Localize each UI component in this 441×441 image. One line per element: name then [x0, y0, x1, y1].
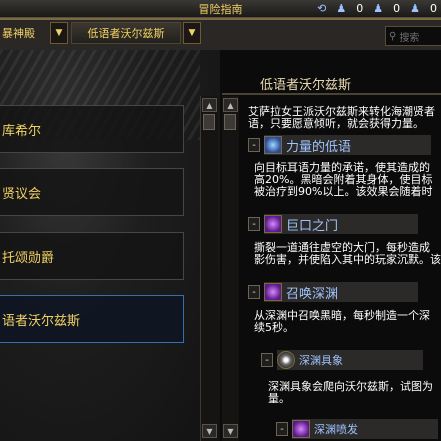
- desc-line: 影伤害，并使陷入其中的玩家沉默。该: [254, 253, 441, 266]
- search-placeholder: 搜索: [399, 32, 420, 44]
- desc-line: 量。: [268, 392, 290, 405]
- chevron-down-icon[interactable]: ▼: [183, 22, 201, 44]
- boss-title-divider: [222, 93, 441, 95]
- collapse-toggle[interactable]: -: [261, 353, 273, 367]
- ability-section[interactable]: - 力量的低语: [248, 134, 432, 156]
- sub-ability-section[interactable]: - 深渊喷发: [276, 418, 438, 440]
- other-count: 0: [430, 2, 437, 15]
- scroll-down-button[interactable]: ▼: [202, 424, 217, 438]
- intro-line: 语，只要愿意倾听，就会获得力量。: [248, 117, 424, 130]
- breadcrumb-boss-label: 低语者沃尔兹斯: [87, 27, 165, 40]
- ability-icon: [264, 215, 282, 233]
- desc-line: 被治疗到90%以上。该效果会随着时: [254, 185, 433, 198]
- group-icon[interactable]: ♟: [373, 2, 383, 15]
- ability-desc: 从深渊中召唤黑暗，每秒制造一个深 续5秒。: [254, 310, 430, 334]
- collapse-toggle[interactable]: -: [276, 422, 288, 436]
- ability-desc: 撕裂一道通往虚空的大门，每秒造成 影伤害，并使陷入其中的玩家沉默。该: [254, 242, 441, 266]
- encounter-item[interactable]: 贤议会: [0, 168, 184, 216]
- ability-desc: 向目标耳语力量的承诺，使其造成的 高20%。黑暗会附着其身体，使目标 被治疗到9…: [254, 162, 432, 198]
- sub-ability-header[interactable]: 深渊具象: [277, 350, 423, 370]
- encounter-item[interactable]: 托颂勋爵: [0, 232, 184, 280]
- search-icon: ⚲: [389, 30, 397, 42]
- ability-section[interactable]: - 召唤深渊: [248, 281, 419, 303]
- detail-scrollbar[interactable]: ▲ ▼: [222, 96, 239, 441]
- collapse-toggle[interactable]: -: [248, 138, 260, 152]
- sub-ability-header[interactable]: 深渊喷发: [292, 419, 438, 439]
- ability-icon: [277, 351, 295, 369]
- breadcrumb-instance[interactable]: 暴神殿: [0, 22, 48, 44]
- scroll-thumb[interactable]: [203, 114, 215, 130]
- scroll-thumb[interactable]: [224, 114, 236, 130]
- breadcrumb-instance-label: 暴神殿: [2, 27, 35, 40]
- raid-icon[interactable]: ♟: [410, 2, 420, 15]
- encounter-label: 贤议会: [2, 186, 42, 202]
- ability-header[interactable]: 力量的低语: [264, 135, 432, 155]
- chevron-down-icon[interactable]: ▼: [50, 22, 68, 44]
- boss-title: 低语者沃尔兹斯: [260, 78, 352, 93]
- ability-desc: 深渊具象会爬向沃尔兹斯，试图为 量。: [268, 381, 433, 405]
- breadcrumb-instance-dropdown[interactable]: ▼: [50, 22, 68, 44]
- scroll-down-button[interactable]: ▼: [223, 424, 238, 438]
- ability-name: 深渊具象: [299, 354, 343, 367]
- breadcrumb-boss[interactable]: 低语者沃尔兹斯: [71, 22, 181, 44]
- breadcrumb-boss-dropdown[interactable]: ▼: [183, 22, 201, 44]
- ability-section[interactable]: - 巨口之门: [248, 213, 419, 235]
- encounter-item[interactable]: 库希尔: [0, 105, 184, 153]
- encounter-label: 语者沃尔兹斯: [2, 313, 81, 329]
- encounter-item-selected[interactable]: 语者沃尔兹斯: [0, 295, 184, 343]
- person-icon[interactable]: ♟: [336, 2, 346, 15]
- collapse-toggle[interactable]: -: [248, 217, 260, 231]
- encounter-scrollbar[interactable]: ▲ ▼: [200, 96, 218, 441]
- desc-line: 续5秒。: [254, 321, 294, 334]
- ally-count: 0: [393, 2, 401, 15]
- ability-name: 巨口之门: [286, 218, 339, 234]
- scroll-up-button[interactable]: ▲: [202, 98, 217, 112]
- ability-name: 力量的低语: [286, 139, 352, 155]
- sub-ability-section[interactable]: - 深渊具象: [261, 349, 423, 371]
- search-input[interactable]: ⚲ 搜索: [385, 26, 441, 46]
- ability-icon: [264, 283, 282, 301]
- boss-intro: 艾萨拉女王派沃尔兹斯来转化海潮贤者 语，只要愿意倾听，就会获得力量。: [248, 106, 435, 130]
- collapse-toggle[interactable]: -: [248, 285, 260, 299]
- ability-icon: [292, 420, 310, 438]
- scroll-up-button[interactable]: ▲: [223, 98, 238, 112]
- header-controls: ⟲ ♟ 0 ♟ 0 ♟ 0: [317, 0, 441, 17]
- encounter-label: 库希尔: [2, 123, 42, 139]
- refresh-icon[interactable]: ⟲: [317, 2, 326, 15]
- ability-header[interactable]: 召唤深渊: [264, 282, 419, 302]
- desc-line: 深渊具象会爬向沃尔兹斯，试图为: [268, 380, 433, 393]
- ability-header[interactable]: 巨口之门: [264, 214, 419, 234]
- eye-count: 0: [356, 2, 364, 15]
- encounter-label: 托颂勋爵: [2, 250, 55, 266]
- ability-icon: [264, 136, 282, 154]
- ability-name: 召唤深渊: [286, 286, 339, 302]
- ability-name: 深渊喷发: [314, 423, 358, 436]
